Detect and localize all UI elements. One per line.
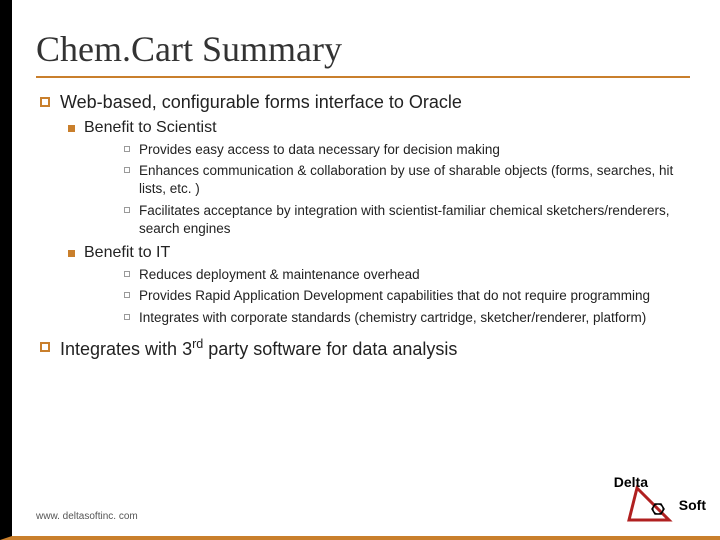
- sub-benefit-scientist: Benefit to Scientist Provides easy acces…: [68, 119, 690, 238]
- slide: Chem.Cart Summary Web-based, configurabl…: [0, 0, 720, 540]
- hollow-square-icon: [124, 146, 130, 152]
- sub-text: Benefit to Scientist: [84, 119, 217, 137]
- list-item: Enhances communication & collaboration b…: [124, 162, 690, 198]
- delta-logo-icon: [627, 484, 673, 526]
- hollow-square-icon: [124, 292, 130, 298]
- bullet-web-based: Web-based, configurable forms interface …: [40, 92, 690, 327]
- list-item: Provides Rapid Application Development c…: [124, 287, 690, 305]
- hollow-square-icon: [124, 167, 130, 173]
- bullet-integrates: Integrates with 3rd party software for d…: [40, 337, 690, 360]
- logo-soft-text: Soft: [679, 497, 706, 513]
- logo: Delta Soft: [627, 484, 706, 526]
- list-item: Provides easy access to data necessary f…: [124, 141, 690, 159]
- list-item: Reduces deployment & maintenance overhea…: [124, 266, 690, 284]
- sub-benefit-it: Benefit to IT Reduces deployment & maint…: [68, 244, 690, 327]
- footer-url: www. deltasoftinc. com: [36, 511, 138, 522]
- logo-delta-text: Delta: [614, 474, 648, 490]
- square-bullet-icon: [40, 97, 50, 107]
- filled-square-icon: [68, 125, 75, 132]
- sub-text: Benefit to IT: [84, 244, 170, 262]
- hollow-square-icon: [124, 207, 130, 213]
- list-item: Integrates with corporate standards (che…: [124, 309, 690, 327]
- list-item: Facilitates acceptance by integration wi…: [124, 202, 690, 238]
- hollow-square-icon: [124, 271, 130, 277]
- filled-square-icon: [68, 250, 75, 257]
- hollow-square-icon: [124, 314, 130, 320]
- square-bullet-icon: [40, 342, 50, 352]
- slide-title: Chem.Cart Summary: [36, 28, 690, 78]
- bullet-text: Web-based, configurable forms interface …: [60, 92, 462, 113]
- bullet-text: Integrates with 3rd party software for d…: [60, 337, 457, 360]
